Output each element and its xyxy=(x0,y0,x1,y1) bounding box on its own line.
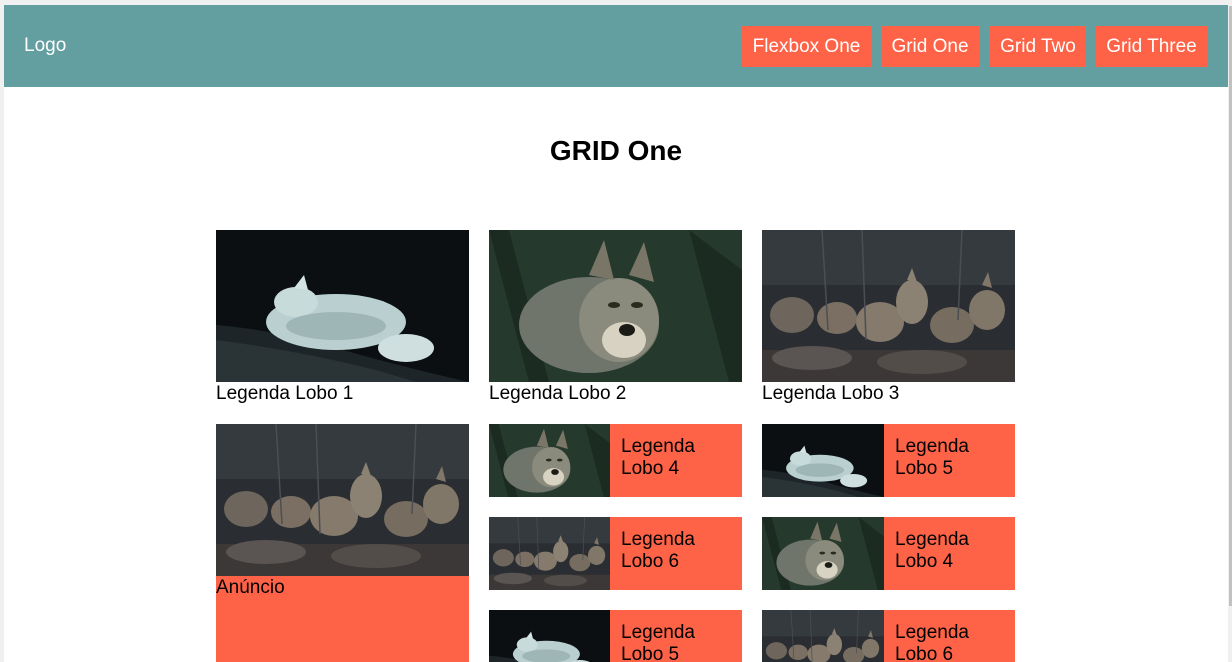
nav-grid-two-button[interactable]: Grid Two xyxy=(990,26,1086,67)
nav-grid-three-button[interactable]: Grid Three xyxy=(1096,26,1207,67)
tile-caption-1-line1: Legenda xyxy=(621,436,695,457)
tile-caption-3-line1: Legenda xyxy=(621,529,695,550)
tile-image-4 xyxy=(762,517,884,590)
page-title: GRID One xyxy=(549,135,683,166)
navbar: Logo Flexbox One Grid One Grid Two Grid … xyxy=(4,5,1228,87)
tile-caption-4-line2: Lobo 4 xyxy=(895,551,954,572)
tile-caption-5-line2: Lobo 5 xyxy=(621,644,680,662)
tile-caption-2: Legenda Lobo 5 xyxy=(884,424,1015,497)
gallery-caption-2: Legenda Lobo 2 xyxy=(489,383,627,404)
nav-grid-one-button[interactable]: Grid One xyxy=(881,26,979,67)
ad-label: Anúncio xyxy=(216,577,285,598)
tile-caption-5: Legenda Lobo 5 xyxy=(610,610,742,662)
wolf-image-2 xyxy=(489,230,742,382)
tile-caption-3: Legenda Lobo 6 xyxy=(610,517,742,590)
tile-image-2 xyxy=(762,424,884,497)
tile-caption-6: Legenda Lobo 6 xyxy=(884,610,1015,662)
logo[interactable]: Logo xyxy=(24,35,66,57)
tile-caption-4-line1: Legenda xyxy=(895,529,969,550)
tile-caption-5-line1: Legenda xyxy=(621,622,695,643)
tile-caption-3-line2: Lobo 6 xyxy=(621,551,680,572)
tile-caption-4: Legenda Lobo 4 xyxy=(884,517,1015,590)
wolf-image-1 xyxy=(216,230,469,382)
ad-image xyxy=(216,424,469,576)
wolf-image-3 xyxy=(762,230,1015,382)
tile-image-5 xyxy=(489,610,610,662)
page: Logo Flexbox One Grid One Grid Two Grid … xyxy=(4,5,1228,662)
tile-caption-2-line1: Legenda xyxy=(895,436,969,457)
nav-flexbox-one-button[interactable]: Flexbox One xyxy=(742,26,871,67)
tile-caption-2-line2: Lobo 5 xyxy=(895,458,954,479)
gallery-caption-1: Legenda Lobo 1 xyxy=(216,383,354,404)
tile-caption-1-line2: Lobo 4 xyxy=(621,458,680,479)
tile-caption-6-line1: Legenda xyxy=(895,622,969,643)
tile-image-6 xyxy=(762,610,884,662)
tile-caption-1: Legenda Lobo 4 xyxy=(610,424,742,497)
tile-caption-6-line2: Lobo 6 xyxy=(895,644,954,662)
gallery-caption-3: Legenda Lobo 3 xyxy=(762,383,900,404)
tile-image-1 xyxy=(489,424,610,497)
tile-image-3 xyxy=(489,517,610,590)
